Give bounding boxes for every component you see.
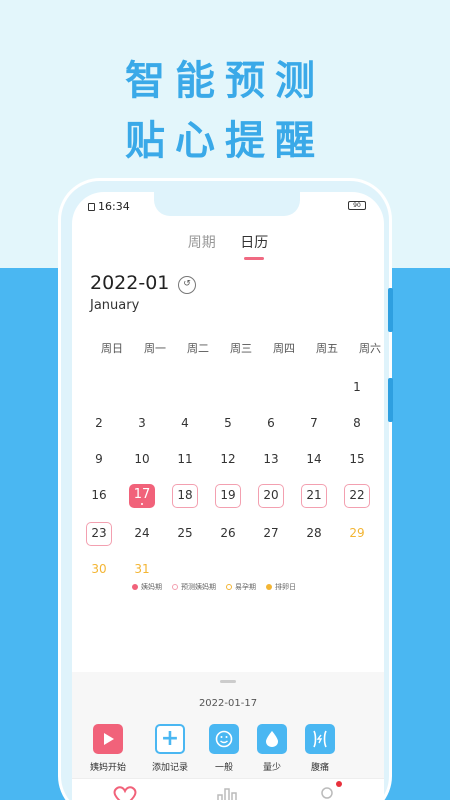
weekday-label: 周四 [273, 342, 295, 355]
weekday-label: 周日 [101, 342, 123, 355]
status-time-text: 16:34 [98, 200, 130, 213]
notification-badge [336, 781, 342, 787]
legend-label: 排卵日 [275, 583, 296, 591]
calendar-day[interactable]: 16 [86, 484, 112, 508]
action-play-button[interactable]: 姨妈开始 [84, 724, 132, 773]
legend-marker-icon [226, 584, 232, 590]
weekday-label: 周三 [230, 342, 252, 355]
calendar-day[interactable]: 30 [86, 558, 112, 582]
legend-item: 预测姨妈期 [172, 582, 216, 592]
weekday-label: 周一 [144, 342, 166, 355]
legend-marker-icon [172, 584, 178, 590]
calendar-day[interactable]: 24 [129, 522, 155, 546]
calendar-day[interactable]: 6 [258, 412, 284, 436]
phone-notch [154, 192, 300, 216]
action-label: 腹痛 [310, 763, 329, 773]
legend-label: 易孕期 [235, 583, 256, 591]
legend-label: 姨妈期 [141, 583, 162, 591]
action-belly-button[interactable]: 腹痛 [296, 724, 344, 773]
weekday-header: 周日 周一 周二 周三 周四 周五 周六 [80, 340, 381, 356]
quick-actions: 姨妈开始 + 添加记录 一般 量少 腹痛 [84, 724, 374, 784]
calendar-day[interactable]: 5 [215, 412, 241, 436]
legend-label: 预测姨妈期 [181, 583, 216, 591]
calendar-day[interactable]: 26 [215, 522, 241, 546]
calendar-day[interactable]: 2 [86, 412, 112, 436]
calendar-day[interactable]: 29 [344, 522, 370, 546]
action-label: 姨妈开始 [89, 763, 126, 773]
action-drop-button[interactable]: 量少 [248, 724, 296, 773]
calendar-day[interactable]: 9 [86, 448, 112, 472]
selected-date: 2022-01-17 [198, 698, 258, 709]
chart-icon[interactable] [214, 785, 240, 800]
promo-headline-2: 贴心提醒 [125, 118, 325, 164]
legend-marker-icon [132, 584, 138, 590]
calendar-day[interactable]: 17 [129, 484, 155, 508]
calendar-legend: 姨妈期 预测姨妈期 易孕期 排卵日 [132, 582, 306, 592]
calendar-day[interactable]: 11 [172, 448, 198, 472]
calendar-day[interactable]: 28 [301, 522, 327, 546]
calendar-day[interactable]: 20 [258, 484, 284, 508]
battery-icon: 90 [348, 201, 366, 210]
view-tabs: 周期 日历 [72, 232, 384, 260]
smile-icon [209, 724, 239, 754]
month-english: January [90, 298, 140, 313]
sim-icon [88, 203, 95, 211]
belly-icon [305, 724, 335, 754]
weekday-label: 周二 [187, 342, 209, 355]
calendar-day[interactable]: 4 [172, 412, 198, 436]
weekday-label: 周六 [359, 342, 381, 355]
action-plus-button[interactable]: + 添加记录 [146, 724, 194, 773]
calendar-day[interactable]: 1 [344, 376, 370, 400]
month-title: 2022-01 [90, 272, 170, 294]
record-dot [141, 503, 143, 505]
calendar-day[interactable]: 19 [215, 484, 241, 508]
action-smile-button[interactable]: 一般 [200, 724, 248, 773]
drop-icon [257, 724, 287, 754]
status-bar-time: 16:34 [88, 200, 130, 213]
phone-side-button [388, 378, 393, 422]
tab-cycle[interactable]: 周期 [188, 232, 216, 252]
plus-icon: + [155, 724, 185, 754]
calendar-day[interactable]: 21 [301, 484, 327, 508]
promo-headline-1: 智能预测 [125, 58, 325, 104]
back-to-today-icon[interactable]: ↺ [178, 276, 196, 294]
phone-side-button [388, 288, 393, 332]
calendar-day[interactable]: 15 [344, 448, 370, 472]
calendar-day[interactable]: 18 [172, 484, 198, 508]
calendar-day[interactable]: 13 [258, 448, 284, 472]
bottom-tab-bar [72, 778, 384, 800]
calendar-day[interactable]: 23 [86, 522, 112, 546]
calendar-day[interactable]: 8 [344, 412, 370, 436]
calendar-day[interactable]: 14 [301, 448, 327, 472]
action-label: 添加记录 [151, 763, 188, 773]
heart-icon[interactable] [112, 785, 138, 800]
action-label: 量少 [262, 763, 281, 773]
action-label: 一般 [214, 763, 233, 773]
phone-screen: 16:34 90 周期 日历 2022-01 ↺ January 周日 周一 周二周… [72, 192, 384, 800]
legend-item: 易孕期 [226, 582, 256, 592]
legend-marker-icon [266, 584, 272, 590]
calendar-day[interactable]: 12 [215, 448, 241, 472]
calendar-day[interactable]: 22 [344, 484, 370, 508]
calendar-day[interactable]: 27 [258, 522, 284, 546]
calendar-day[interactable]: 10 [129, 448, 155, 472]
profile-icon[interactable] [314, 785, 340, 800]
calendar-day[interactable]: 3 [129, 412, 155, 436]
calendar-day[interactable]: 25 [172, 522, 198, 546]
play-icon [93, 724, 123, 754]
tab-calendar[interactable]: 日历 [240, 232, 268, 260]
drawer-handle[interactable] [220, 680, 236, 683]
legend-item: 排卵日 [266, 582, 296, 592]
calendar-day[interactable]: 7 [301, 412, 327, 436]
calendar-day[interactable]: 31 [129, 558, 155, 582]
weekday-label: 周五 [316, 342, 338, 355]
legend-item: 姨妈期 [132, 582, 162, 592]
